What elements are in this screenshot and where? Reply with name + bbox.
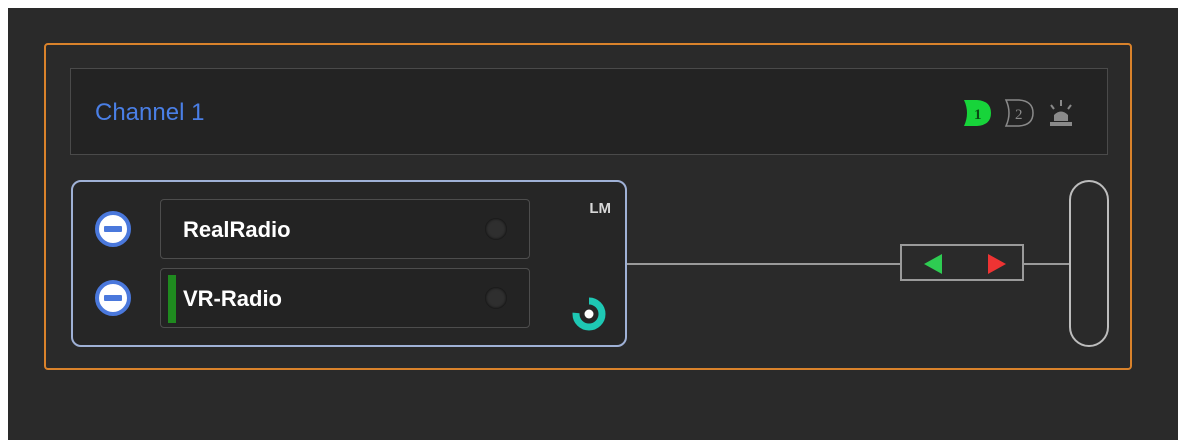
source-realradio[interactable]: RealRadio: [160, 199, 530, 259]
source-vr-radio[interactable]: VR-Radio: [160, 268, 530, 328]
status-led: [485, 218, 507, 240]
remove-realradio-button[interactable]: [95, 211, 131, 247]
right-arrow-icon[interactable]: [984, 252, 1008, 276]
header-icons: 1 2: [961, 97, 1079, 129]
source-group: RealRadio VR-Radio LM: [71, 180, 627, 347]
loading-spinner-icon: [572, 297, 606, 331]
channel-title: Channel 1: [95, 99, 205, 126]
level-indicator: [168, 275, 176, 323]
lm-badge: LM: [589, 200, 611, 217]
source-label: VR-Radio: [183, 286, 282, 311]
svg-text:2: 2: [1015, 107, 1023, 123]
alarm-light-icon[interactable]: [1045, 97, 1077, 129]
select-2-icon[interactable]: 2: [1003, 97, 1035, 129]
bus-connector[interactable]: [1069, 180, 1109, 347]
status-led: [485, 287, 507, 309]
left-arrow-icon[interactable]: [922, 252, 946, 276]
source-label: RealRadio: [183, 217, 291, 242]
remove-vr-radio-button[interactable]: [95, 280, 131, 316]
channel-header: Channel 1 1 2: [70, 68, 1108, 155]
select-1-icon[interactable]: 1: [961, 97, 993, 129]
svg-text:1: 1: [974, 107, 982, 123]
transfer-direction-box[interactable]: [900, 244, 1024, 281]
